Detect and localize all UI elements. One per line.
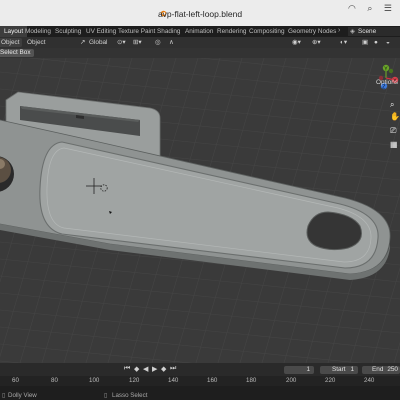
scene-selector[interactable]: ◈ Scene — [348, 27, 400, 36]
window-titlebar: avp-flat-left-loop.blend ◠ ⌕ ☰ — [0, 0, 400, 26]
timeline-ruler[interactable]: 60 80 100 120 140 160 180 200 220 240 — [0, 376, 400, 386]
ruler-tick: 160 — [207, 377, 218, 384]
snap-icon[interactable]: ⊞▾ — [133, 38, 142, 47]
ruler-tick: 140 — [168, 377, 179, 384]
camera-view-icon[interactable]: ⎚ — [390, 126, 396, 136]
shading-solid-icon[interactable]: ● — [374, 38, 378, 47]
search-icon: ⌕ — [367, 3, 375, 13]
pivot-icon[interactable]: ⊙▾ — [117, 38, 126, 47]
play-reverse-icon[interactable]: ◀ — [143, 365, 148, 373]
transform-orientation-icon[interactable]: ↗ — [80, 38, 85, 47]
object-menu[interactable]: Object — [27, 38, 45, 47]
tab-shading[interactable]: Shading — [157, 26, 180, 37]
ruler-tick: 60 — [12, 377, 19, 384]
grid-view-icon[interactable]: ▦ — [390, 140, 398, 149]
next-keyframe-icon[interactable]: ◆ — [161, 365, 166, 373]
tool-header — [0, 48, 400, 58]
3d-viewport[interactable]: Y X Z ⌕ ✋ ⎚ ▦ — [0, 58, 400, 363]
current-frame-field[interactable]: 1 — [284, 366, 314, 374]
viewport-header: Object Object ↗ Global ⊙▾ ⊞▾ ◎ ∧ ◉▾ ⊕▾ ◐… — [0, 37, 400, 48]
ruler-tick: 200 — [286, 377, 297, 384]
ruler-tick: 220 — [325, 377, 336, 384]
ruler-tick: 120 — [129, 377, 140, 384]
jump-end-icon[interactable]: ⏭ — [170, 365, 176, 373]
end-label: End — [372, 366, 384, 373]
prev-keyframe-icon[interactable]: ◆ — [134, 365, 139, 373]
status-mid-text: Lasso Select — [112, 392, 148, 399]
mouse-icon: ▯ — [104, 392, 108, 399]
window-title: avp-flat-left-loop.blend — [157, 9, 243, 19]
tab-compositing[interactable]: Compositing — [249, 26, 285, 37]
orientation-dropdown[interactable]: Global — [89, 38, 107, 47]
proportional-edit-icon[interactable]: ◎ — [155, 38, 161, 47]
options-dropdown[interactable]: Options — [376, 79, 398, 86]
scene-icon: ◈ — [350, 28, 355, 35]
ruler-tick: 100 — [89, 377, 100, 384]
end-value: 250 — [387, 366, 398, 373]
mouse-icon: ▯ — [2, 392, 6, 399]
shading-material-icon[interactable]: ◒ — [386, 38, 390, 47]
xray-icon[interactable]: ▣ — [362, 38, 368, 47]
scene-label: Scene — [358, 28, 377, 35]
tab-modeling[interactable]: Modeling — [25, 26, 51, 37]
tab-texture-paint[interactable]: Texture Paint — [118, 26, 155, 37]
start-frame-field[interactable]: Start 1 — [320, 366, 358, 374]
ruler-tick: 180 — [246, 377, 257, 384]
ruler-tick: 240 — [364, 377, 375, 384]
play-icon[interactable]: ▶ — [152, 365, 157, 373]
status-left-text: Dolly View — [8, 392, 37, 399]
gizmo-toggle-icon[interactable]: ⊕▾ — [312, 38, 321, 47]
tab-sculpting[interactable]: Sculpting — [55, 26, 81, 37]
tab-rendering[interactable]: Rendering — [217, 26, 247, 37]
tab-animation[interactable]: Animation — [185, 26, 213, 37]
mode-dropdown[interactable]: Object — [0, 38, 23, 47]
status-bar: ▯ Dolly View ▯ Lasso Select — [0, 386, 400, 400]
jump-start-icon[interactable]: ⏮ — [124, 365, 130, 373]
view-object-types-icon[interactable]: ◉▾ — [292, 38, 301, 47]
start-label: Start — [332, 366, 346, 373]
pan-hand-icon[interactable]: ✋ — [390, 112, 400, 121]
wifi-icon: ◠ — [347, 3, 358, 13]
current-frame-value: 1 — [306, 366, 310, 373]
overlay-icon[interactable]: ◐▾ — [340, 38, 347, 47]
tab-geometry-nodes[interactable]: Geometry Nodes — [288, 26, 336, 37]
zoom-icon[interactable]: ⌕ — [390, 100, 394, 110]
add-workspace-icon[interactable]: › — [338, 27, 340, 34]
tab-uv-editing[interactable]: UV Editing — [86, 26, 116, 37]
falloff-icon[interactable]: ∧ — [169, 38, 174, 47]
start-value: 1 — [350, 366, 354, 373]
ruler-tick: 80 — [51, 377, 58, 384]
end-frame-field[interactable]: End 250 — [362, 366, 400, 374]
tab-layout[interactable]: Layout — [0, 26, 28, 37]
control-center-icon: ☰ — [383, 3, 394, 13]
select-box-dropdown[interactable]: Select Box — [0, 49, 34, 57]
